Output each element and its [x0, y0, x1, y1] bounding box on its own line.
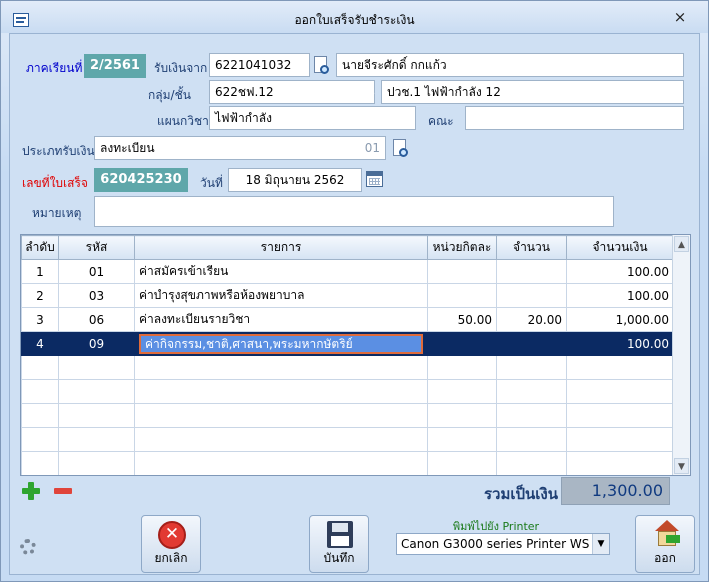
row-no: 2: [21, 283, 59, 308]
save-icon: [327, 521, 353, 548]
table-row-selected[interactable]: 4 09 ค่ากิจกรรม,ชาติ,ศาสนา,พระมหากษัตริย…: [21, 331, 674, 356]
date-label: วันที่: [200, 176, 223, 190]
exit-label: ออก: [654, 551, 676, 565]
calendar-icon[interactable]: [366, 171, 383, 187]
row-qty: [496, 283, 567, 308]
cancel-icon: ✕: [158, 521, 186, 549]
empty-row[interactable]: [21, 355, 674, 380]
group-code-input[interactable]: 622ชฟ.12: [209, 80, 375, 104]
settings-icon[interactable]: [20, 539, 36, 555]
payment-type-lookup-icon[interactable]: [390, 138, 412, 160]
receipt-no-label: เลขที่ใบเสร็จ: [22, 176, 88, 190]
row-unit: [427, 331, 497, 356]
total-label: รวมเป็นเงิน: [484, 485, 558, 503]
row-unit: [427, 283, 497, 308]
group-name-field: ปวช.1 ไฟฟ้ากำลัง 12: [381, 80, 684, 104]
column-header[interactable]: รายการ: [134, 235, 428, 260]
scroll-down-icon[interactable]: ▼: [674, 458, 689, 474]
printer-select[interactable]: Canon G3000 series Printer WS ▼: [396, 533, 610, 555]
row-amount: 1,000.00: [566, 307, 674, 332]
department-field: ไฟฟ้ากำลัง: [209, 106, 416, 130]
exit-icon: [654, 520, 680, 550]
form-panel: ภาคเรียนที่ 2/2561 รับเงินจาก 6221041032…: [9, 33, 700, 575]
column-header[interactable]: หน่วยกิตละ: [427, 235, 497, 260]
title-bar: ออกใบเสร็จรับชำระเงิน ×: [1, 1, 708, 33]
column-header[interactable]: จำนวนเงิน: [566, 235, 674, 260]
items-table: ลำดับ รหัส รายการ หน่วยกิตละ จำนวน จำนวน…: [20, 234, 691, 476]
row-no: 3: [21, 307, 59, 332]
term-label: ภาคเรียนที่: [26, 61, 83, 75]
table-row[interactable]: 3 06 ค่าลงทะเบียนรายวิชา 50.00 20.00 1,0…: [21, 307, 674, 332]
row-code: 01: [58, 259, 135, 284]
row-qty: [496, 331, 567, 356]
window-title: ออกใบเสร็จรับชำระเงิน: [294, 13, 415, 27]
add-icon[interactable]: [22, 482, 40, 500]
receipt-no-value: 620425230: [94, 168, 188, 192]
row-qty: [496, 259, 567, 284]
group-label: กลุ่ม/ชั้น: [148, 88, 191, 102]
total-value: 1,300.00: [561, 477, 670, 505]
student-id-input[interactable]: 6221041032: [209, 53, 310, 77]
column-header[interactable]: ลำดับ: [21, 235, 59, 260]
save-label: บันทึก: [323, 551, 355, 565]
row-item: ค่าสมัครเข้าเรียน: [134, 259, 428, 284]
faculty-label: คณะ: [428, 114, 454, 128]
faculty-field: [465, 106, 684, 130]
row-amount: 100.00: [566, 331, 674, 356]
chevron-down-icon[interactable]: ▼: [592, 534, 609, 554]
row-no: 4: [21, 331, 59, 356]
payment-type-label: ประเภทรับเงิน: [22, 144, 95, 158]
close-icon[interactable]: ×: [672, 9, 688, 25]
receive-from-label: รับเงินจาก: [154, 61, 208, 75]
department-label: แผนกวิชา: [157, 114, 209, 128]
row-item: ค่าลงทะเบียนรายวิชา: [134, 307, 428, 332]
printer-selected: Canon G3000 series Printer WS: [401, 537, 590, 551]
payment-type-value: ลงทะเบียน: [100, 141, 155, 155]
table-row[interactable]: 2 03 ค่าบำรุงสุขภาพหรือห้องพยาบาล 100.00: [21, 283, 674, 308]
empty-row[interactable]: [21, 427, 674, 452]
row-item: ค่าบำรุงสุขภาพหรือห้องพยาบาล: [134, 283, 428, 308]
empty-row[interactable]: [21, 403, 674, 428]
row-code: 06: [58, 307, 135, 332]
window: ออกใบเสร็จรับชำระเงิน × ภาคเรียนที่ 2/25…: [0, 0, 709, 582]
column-header[interactable]: รหัส: [58, 235, 135, 260]
scroll-up-icon[interactable]: ▲: [674, 236, 689, 252]
table-scrollbar[interactable]: ▲ ▼: [672, 235, 690, 475]
note-label: หมายเหตุ: [32, 206, 82, 220]
row-amount: 100.00: [566, 259, 674, 284]
row-item-input[interactable]: ค่ากิจกรรม,ชาติ,ศาสนา,พระมหากษัตริย์: [139, 333, 423, 354]
row-amount: 100.00: [566, 283, 674, 308]
row-unit: [427, 259, 497, 284]
table-header: ลำดับ รหัส รายการ หน่วยกิตละ จำนวน จำนวน…: [21, 235, 674, 260]
row-qty: 20.00: [496, 307, 567, 332]
payment-type-code: 01: [364, 141, 380, 155]
payment-type-field[interactable]: ลงทะเบียน 01: [94, 136, 386, 160]
empty-row[interactable]: [21, 379, 674, 404]
term-value: 2/2561: [84, 54, 146, 78]
date-input[interactable]: 18 มิถุนายน 2562: [228, 168, 362, 192]
exit-button[interactable]: ออก: [635, 515, 695, 573]
student-name-field: นายจีระศักดิ์ กกแก้ว: [336, 53, 684, 77]
remove-icon[interactable]: [54, 488, 72, 494]
empty-row[interactable]: [21, 451, 674, 475]
row-code: 09: [58, 331, 135, 356]
cancel-label: ยกเลิก: [154, 551, 188, 565]
lookup-icon[interactable]: [311, 55, 333, 77]
note-input[interactable]: [94, 196, 614, 227]
column-header[interactable]: จำนวน: [496, 235, 567, 260]
save-button[interactable]: บันทึก: [309, 515, 369, 573]
row-code: 03: [58, 283, 135, 308]
row-item-editor[interactable]: ค่ากิจกรรม,ชาติ,ศาสนา,พระมหากษัตริย์: [134, 331, 428, 356]
cancel-button[interactable]: ✕ ยกเลิก: [141, 515, 201, 573]
row-unit: 50.00: [427, 307, 497, 332]
row-no: 1: [21, 259, 59, 284]
table-row[interactable]: 1 01 ค่าสมัครเข้าเรียน 100.00: [21, 259, 674, 284]
